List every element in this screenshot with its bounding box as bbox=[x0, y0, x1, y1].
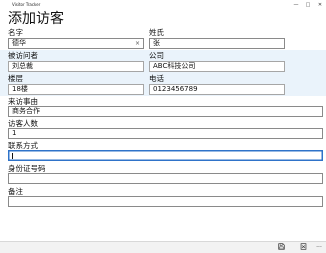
phone-label: 电话 bbox=[149, 74, 164, 83]
notes-input[interactable] bbox=[8, 196, 323, 207]
app-title: Visitor Tracker bbox=[12, 2, 41, 7]
more-button[interactable]: ··· bbox=[313, 243, 325, 253]
floor-value: 18楼 bbox=[12, 85, 28, 93]
contact-label: 联系方式 bbox=[8, 141, 38, 150]
surname-input[interactable]: 张 bbox=[149, 38, 285, 49]
id-number-input[interactable] bbox=[8, 173, 323, 184]
reason-value: 商务合作 bbox=[12, 107, 40, 115]
company-field: ABC科技公司 bbox=[149, 61, 285, 72]
name-value: 德华 bbox=[12, 39, 26, 47]
bottom-app-bar: ··· bbox=[0, 241, 326, 253]
visitor-count-label: 访客人数 bbox=[8, 119, 38, 128]
reason-label: 来访事由 bbox=[8, 97, 38, 106]
visitor-count-value: 1 bbox=[12, 129, 17, 137]
visitee-value: 刘总裁 bbox=[12, 62, 33, 70]
visitor-count-input[interactable]: 1 bbox=[8, 128, 323, 139]
maximize-button[interactable]: □ bbox=[302, 0, 314, 10]
surname-label: 姓氏 bbox=[149, 28, 164, 37]
save-button[interactable] bbox=[275, 243, 287, 253]
minimize-button[interactable]: — bbox=[290, 0, 302, 10]
clear-icon[interactable]: × bbox=[135, 39, 140, 48]
name-input[interactable]: 德华 × bbox=[8, 38, 144, 49]
contact-input[interactable] bbox=[8, 150, 323, 161]
company-label: 公司 bbox=[149, 51, 164, 60]
cancel-icon bbox=[300, 243, 306, 250]
notes-label: 备注 bbox=[8, 187, 23, 196]
app-window: Visitor Tracker — □ ✕ 添加访客 名字 德华 × 姓氏 张 … bbox=[0, 0, 326, 253]
phone-value: 0123456789 bbox=[153, 85, 198, 93]
floor-label: 楼层 bbox=[8, 74, 23, 83]
name-label: 名字 bbox=[8, 28, 23, 37]
floor-field: 18楼 bbox=[8, 84, 144, 95]
text-caret bbox=[12, 153, 13, 159]
title-bar: Visitor Tracker — □ ✕ bbox=[0, 0, 326, 10]
close-button[interactable]: ✕ bbox=[314, 0, 326, 10]
visitee-label: 被访问者 bbox=[8, 51, 38, 60]
company-value: ABC科技公司 bbox=[153, 62, 196, 70]
visitee-field: 刘总裁 bbox=[8, 61, 144, 72]
id-number-label: 身份证号码 bbox=[8, 164, 46, 173]
save-icon bbox=[277, 243, 285, 250]
phone-field: 0123456789 bbox=[149, 84, 285, 95]
surname-value: 张 bbox=[153, 39, 160, 47]
cancel-button[interactable] bbox=[297, 243, 309, 253]
page-title: 添加访客 bbox=[8, 11, 64, 27]
reason-input[interactable]: 商务合作 bbox=[8, 106, 323, 117]
